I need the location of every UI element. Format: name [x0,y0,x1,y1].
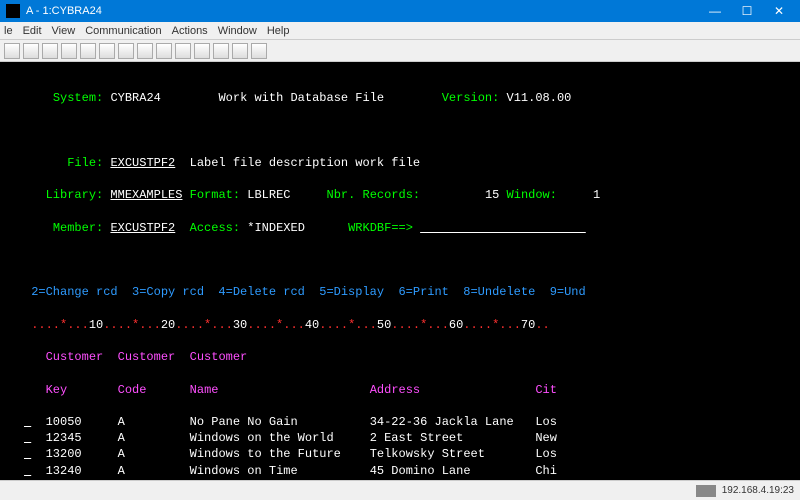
terminal-5250[interactable]: System: CYBRA24 Work with Database File … [0,62,800,480]
cell-name: Windows on the World [190,431,348,445]
system-label: System: [53,91,103,105]
cell-key: 13240 [46,464,82,478]
cell-addr: 34-22-36 Jackla Lane [370,415,528,429]
app-window: A - 1:CYBRA24 — ☐ ✕ le Edit View Communi… [0,0,800,500]
window-label: Window: [507,188,557,202]
minimize-button[interactable]: — [700,1,730,21]
file-label: File: [67,156,103,170]
cell-name: No Pane No Gain [190,415,348,429]
cell-city: Los [535,415,557,429]
nbr-label: Nbr. Records: [327,188,421,202]
toolbar [0,40,800,62]
nbr-value: 15 [485,188,499,202]
col-h2-2: Code [118,383,147,397]
cell-key: 13200 [46,447,82,461]
menu-edit[interactable]: Edit [23,25,42,37]
library-label: Library: [46,188,104,202]
maximize-button[interactable]: ☐ [732,1,762,21]
cmd-input[interactable] [420,221,586,235]
cell-name: Windows on Time [190,464,348,478]
toolbar-btn-14[interactable] [251,43,267,59]
toolbar-btn-4[interactable] [61,43,77,59]
cell-code: A [118,431,125,445]
window-title: A - 1:CYBRA24 [26,5,700,17]
ruler: ....*...10....*...20....*...30....*...40… [24,317,776,333]
toolbar-btn-12[interactable] [213,43,229,59]
option-input[interactable] [24,464,31,478]
toolbar-btn-1[interactable] [4,43,20,59]
library-value[interactable]: MMEXAMPLES [110,188,182,202]
toolbar-btn-10[interactable] [175,43,191,59]
cmd-label: WRKDBF==> [348,221,413,235]
toolbar-btn-6[interactable] [99,43,115,59]
col-h2-1: Key [46,383,68,397]
toolbar-btn-13[interactable] [232,43,248,59]
options-line: 2=Change rcd 3=Copy rcd 4=Delete rcd 5=D… [31,285,586,299]
member-value[interactable]: EXCUSTPF2 [110,221,175,235]
cell-city: Chi [535,464,557,478]
screen-title: Work with Database File [218,91,384,105]
status-ip: 192.168.4.19:23 [722,485,794,496]
option-input[interactable] [24,415,31,429]
format-value: LBLREC [247,188,290,202]
col-h2-5: Cit [535,383,557,397]
cell-key: 10050 [46,415,82,429]
cell-name: Windows to the Future [190,447,348,461]
toolbar-btn-8[interactable] [137,43,153,59]
titlebar: A - 1:CYBRA24 — ☐ ✕ [0,0,800,22]
col-h2-3: Name [190,383,219,397]
toolbar-btn-7[interactable] [118,43,134,59]
window-value: 1 [593,188,600,202]
statusbar: 192.168.4.19:23 [0,480,800,500]
option-input[interactable] [24,447,31,461]
menubar: le Edit View Communication Actions Windo… [0,22,800,40]
toolbar-btn-2[interactable] [23,43,39,59]
format-label: Format: [190,188,240,202]
access-value: *INDEXED [247,221,305,235]
toolbar-btn-5[interactable] [80,43,96,59]
menu-actions[interactable]: Actions [172,25,208,37]
menu-view[interactable]: View [52,25,76,37]
window-controls: — ☐ ✕ [700,1,794,21]
cell-city: Los [535,447,557,461]
toolbar-btn-9[interactable] [156,43,172,59]
system-value: CYBRA24 [110,91,160,105]
cell-city: New [535,431,557,445]
cell-addr: Telkowsky Street [370,447,528,461]
cell-addr: 2 East Street [370,431,528,445]
cell-code: A [118,415,125,429]
menu-file[interactable]: le [4,25,13,37]
col-h1-3: Customer [190,350,248,364]
menu-communication[interactable]: Communication [85,25,161,37]
close-button[interactable]: ✕ [764,1,794,21]
menu-window[interactable]: Window [218,25,257,37]
member-label: Member: [53,221,103,235]
option-input[interactable] [24,431,31,445]
cell-addr: 45 Domino Lane [370,464,528,478]
toolbar-btn-3[interactable] [42,43,58,59]
version-label: Version: [442,91,500,105]
access-label: Access: [190,221,240,235]
cell-code: A [118,447,125,461]
col-h1-2: Customer [118,350,176,364]
col-h1-1: Customer [46,350,104,364]
app-icon [6,4,20,18]
network-icon [696,485,716,497]
col-h2-4: Address [370,383,420,397]
cell-code: A [118,464,125,478]
cell-key: 12345 [46,431,82,445]
file-value[interactable]: EXCUSTPF2 [110,156,175,170]
menu-help[interactable]: Help [267,25,290,37]
version-value: V11.08.00 [507,91,572,105]
toolbar-btn-11[interactable] [194,43,210,59]
file-desc: Label file description work file [190,156,420,170]
